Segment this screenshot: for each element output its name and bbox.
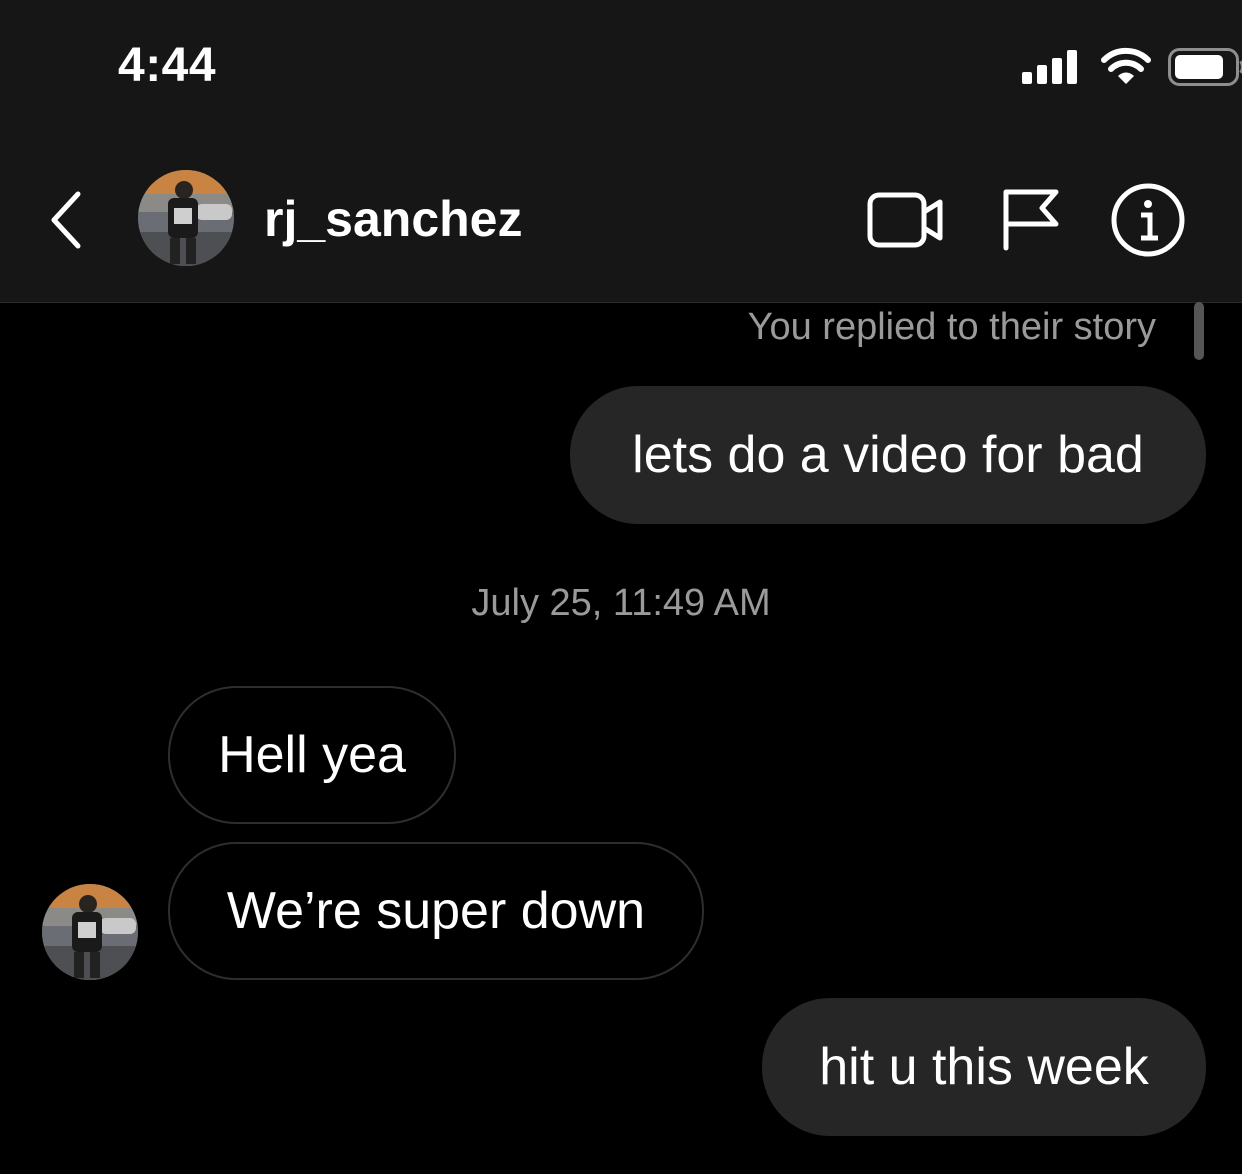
message-bubble-sent[interactable]: hit u this week bbox=[762, 998, 1206, 1136]
video-call-icon[interactable] bbox=[866, 190, 946, 250]
info-icon[interactable] bbox=[1110, 182, 1186, 258]
scrollbar[interactable] bbox=[1194, 302, 1204, 360]
battery-icon bbox=[1168, 48, 1242, 86]
flag-icon[interactable] bbox=[998, 186, 1062, 252]
chevron-left-icon[interactable] bbox=[44, 188, 88, 252]
conversation-username[interactable]: rj_sanchez bbox=[264, 190, 522, 248]
status-time: 4:44 bbox=[118, 39, 217, 92]
avatar-photo bbox=[42, 884, 138, 980]
message-timestamp: July 25, 11:49 AM bbox=[471, 582, 771, 624]
message-bubble-received[interactable]: Hell yea bbox=[168, 686, 456, 824]
top-bar: 4:44 rj_sanchez bbox=[0, 0, 1242, 303]
message-text: lets do a video for bad bbox=[632, 426, 1144, 484]
cellular-signal-icon bbox=[1022, 50, 1077, 84]
message-text: Hell yea bbox=[218, 726, 406, 784]
message-bubble-received[interactable]: We’re super down bbox=[168, 842, 704, 980]
avatar[interactable] bbox=[138, 170, 234, 266]
wifi-icon bbox=[1101, 47, 1151, 84]
message-bubble-sent[interactable]: lets do a video for bad bbox=[570, 386, 1206, 524]
sender-avatar[interactable] bbox=[42, 884, 138, 980]
message-text: hit u this week bbox=[819, 1038, 1149, 1096]
avatar-photo bbox=[138, 170, 234, 266]
message-text: We’re super down bbox=[226, 882, 646, 940]
story-reply-note: You replied to their story bbox=[747, 306, 1156, 348]
